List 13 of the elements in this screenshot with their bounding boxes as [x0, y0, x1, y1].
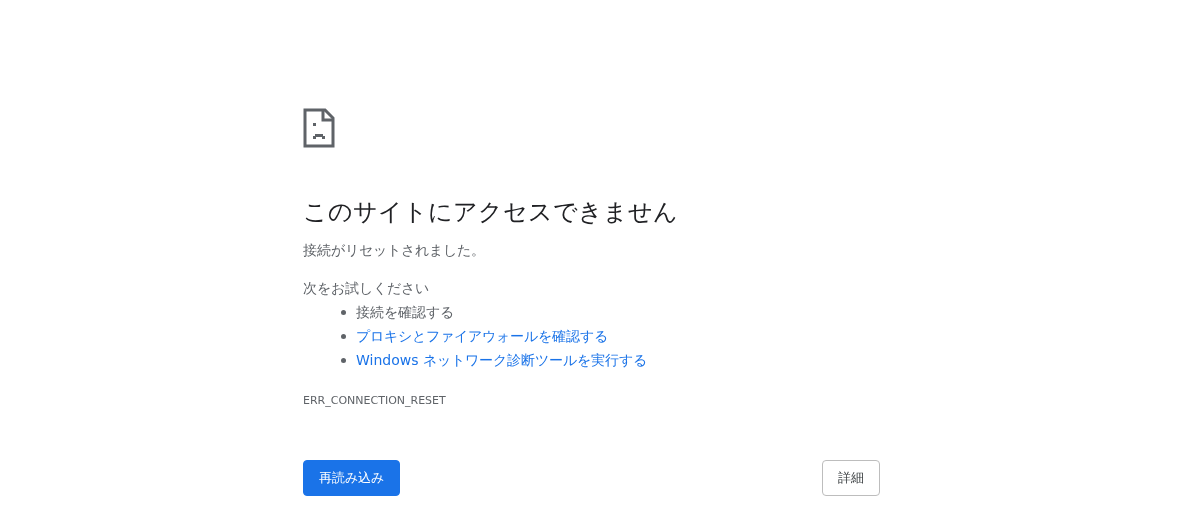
error-message: 接続がリセットされました。	[303, 242, 486, 260]
bullet-icon	[341, 309, 346, 315]
bullet-icon	[341, 333, 346, 339]
suggestion-link[interactable]: Windows ネットワーク診断ツールを実行する	[356, 350, 647, 370]
details-button[interactable]: 詳細	[822, 460, 880, 496]
error-heading: このサイトにアクセスできません	[303, 197, 679, 228]
suggestions-heading: 次をお試しください	[303, 280, 430, 298]
suggestion-link[interactable]: プロキシとファイアウォールを確認する	[356, 326, 608, 346]
suggestion-text: 接続を確認する	[356, 303, 454, 322]
bullet-icon	[341, 357, 346, 363]
reload-button[interactable]: 再読み込み	[303, 460, 400, 496]
error-code: ERR_CONNECTION_RESET	[303, 394, 447, 407]
sad-page-icon	[303, 108, 335, 148]
